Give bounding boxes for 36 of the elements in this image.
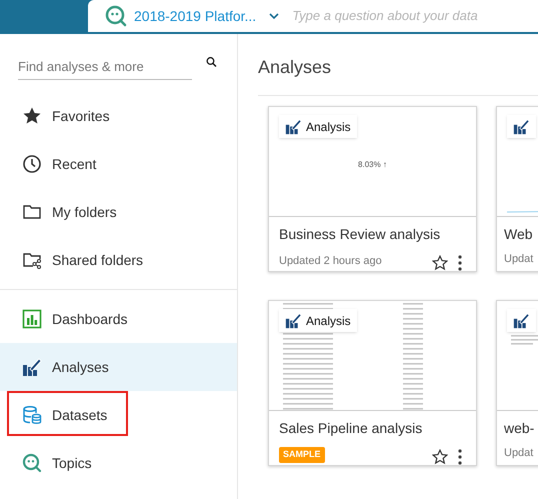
database-icon [22,405,42,425]
type-badge: Analysis [279,309,357,332]
question-field[interactable]: Type a question about your data [292,6,538,26]
analysis-card[interactable]: Web Updat [496,106,538,272]
chart-pencil-icon [285,312,302,329]
more-options-icon[interactable] [458,255,462,271]
more-options-icon[interactable] [458,449,462,465]
question-bar[interactable]: 2018-2019 Platfor... Type a question about your data [88,0,538,34]
card-title[interactable]: web- [504,418,538,439]
card-title[interactable]: Sales Pipeline analysis [279,418,466,439]
updated-time: Updat [504,446,534,461]
chart-pencil-icon [513,118,530,135]
star-icon [22,106,42,126]
analysis-card[interactable]: 8.03% ↑ Analysis Business Review analysis Updated 2 hours ago [268,106,477,272]
search-field[interactable]: Find analyses & more [18,56,192,80]
card-title[interactable]: Web [504,224,538,245]
topics-icon [104,4,128,28]
bar-chart-icon [22,309,42,329]
chart-pencil-icon [513,312,530,329]
chart-pencil-icon [22,357,42,377]
analysis-card[interactable]: web- Updat [496,300,538,466]
type-badge: Analysis [279,115,357,138]
topics-icon [22,453,42,473]
card-title[interactable]: Business Review analysis [279,224,466,245]
topic-selector[interactable]: 2018-2019 Platfor... [134,6,256,26]
updated-time: Updat [504,252,534,267]
clock-icon [22,154,42,174]
sample-badge: SAMPLE [279,447,325,463]
updated-time: Updated 2 hours ago [279,254,382,269]
analysis-card[interactable]: Analysis Sales Pipeline analysis SAMPLE [268,300,477,466]
star-icon[interactable] [432,449,448,465]
chart-pencil-icon [285,118,302,135]
sidebar-item[interactable]: Analyses [0,343,237,391]
kpi-value: 8.03% ↑ [357,159,388,171]
page-title: Analyses [258,56,332,79]
star-icon[interactable] [432,255,448,271]
